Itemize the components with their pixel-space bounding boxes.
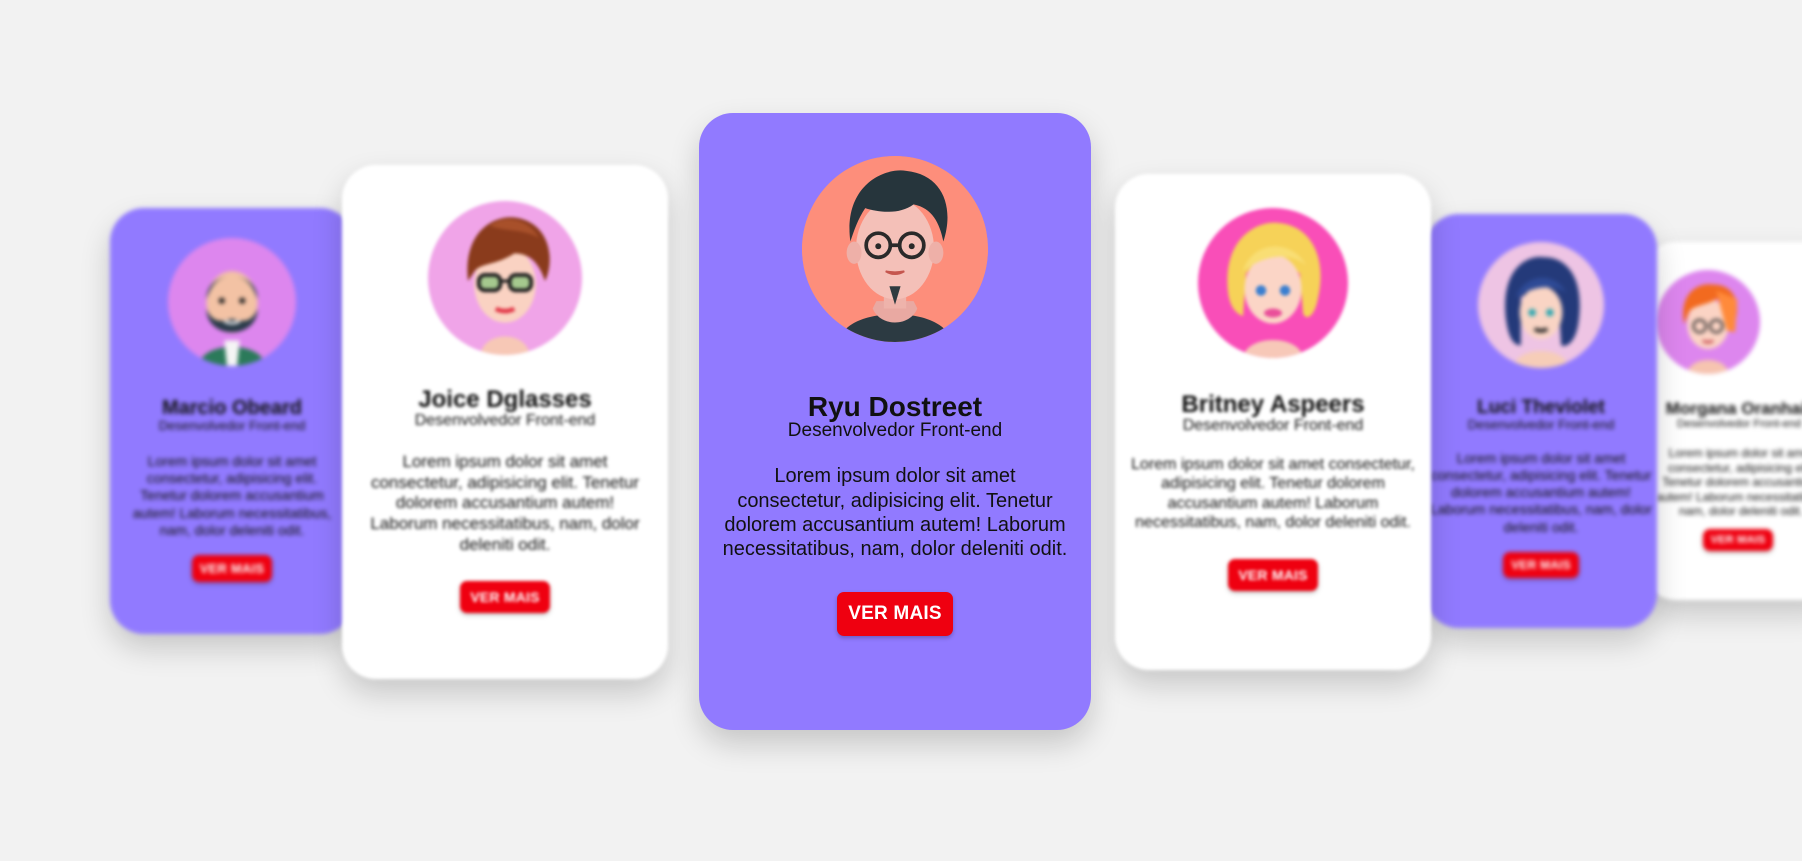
blue-haired-woman-avatar-icon [1478,242,1604,368]
profile-card-britney[interactable]: Britney Aspeers Desenvolvedor Front-end … [1115,174,1431,670]
ver-mais-button[interactable]: VER MAIS [1702,529,1774,552]
card-content: Britney Aspeers Desenvolvedor Front-end … [1115,174,1431,670]
card-name: Marcio Obeard [161,397,303,419]
card-name: Luci Theviolet [1477,397,1605,418]
profile-card-luci[interactable]: Luci Theviolet Desenvolvedor Front-end L… [1425,214,1657,628]
ver-mais-button[interactable]: VER MAIS [191,554,273,582]
ver-mais-button[interactable]: VER MAIS [837,591,953,636]
card-description: Lorem ipsum dolor sit amet consectetur, … [132,453,332,538]
carousel: Morgana Oranhair Desenvolvedor Front-end… [0,0,1802,861]
card-description: Lorem ipsum dolor sit amet consectetur, … [722,465,1068,561]
man-with-glasses-avatar-icon [802,156,988,342]
ver-mais-button[interactable]: VER MAIS [1228,558,1318,591]
woman-with-glasses-avatar-icon [428,201,582,355]
card-content: Morgana Oranhair Desenvolvedor Front-end… [1642,242,1802,600]
card-name: Britney Aspeers [1181,391,1365,418]
profile-card-ryu[interactable]: Ryu Dostreet Desenvolvedor Front-end Lor… [699,113,1091,730]
card-description: Lorem ipsum dolor sit amet consectetur, … [1430,450,1652,535]
profile-card-morgana[interactable]: Morgana Oranhair Desenvolvedor Front-end… [1642,242,1802,600]
card-name: Ryu Dostreet [807,391,983,422]
profile-card-joice[interactable]: Joice Dglasses Desenvolvedor Front-end L… [342,165,668,679]
card-name: Morgana Oranhair [1665,399,1802,418]
card-role: Desenvolvedor Front-end [158,418,306,433]
card-role: Desenvolvedor Front-end [787,420,1003,442]
ver-mais-button[interactable]: VER MAIS [460,581,550,614]
profile-card-marcio[interactable]: Marcio Obeard Desenvolvedor Front-end Lo… [110,208,354,634]
card-role: Desenvolvedor Front-end [414,412,596,430]
card-content: Marcio Obeard Desenvolvedor Front-end Lo… [110,208,354,634]
card-content: Joice Dglasses Desenvolvedor Front-end L… [342,165,668,679]
card-name: Joice Dglasses [418,386,592,413]
card-role: Desenvolvedor Front-end [1182,417,1364,435]
card-content: Ryu Dostreet Desenvolvedor Front-end Lor… [699,113,1091,730]
card-description: Lorem ipsum dolor sit amet consectetur, … [370,451,640,554]
card-content: Luci Theviolet Desenvolvedor Front-end L… [1425,214,1657,628]
card-role: Desenvolvedor Front-end [1676,417,1802,430]
ver-mais-button[interactable]: VER MAIS [1503,551,1579,578]
bearded-man-avatar-icon [168,238,296,366]
card-description: Lorem ipsum dolor sit amet consectetur, … [1131,455,1415,532]
orange-haired-woman-avatar-icon [1656,270,1760,374]
card-role: Desenvolvedor Front-end [1467,416,1615,432]
card-description: Lorem ipsum dolor sit amet consectetur, … [1655,445,1802,519]
blonde-woman-avatar-icon [1198,208,1348,358]
